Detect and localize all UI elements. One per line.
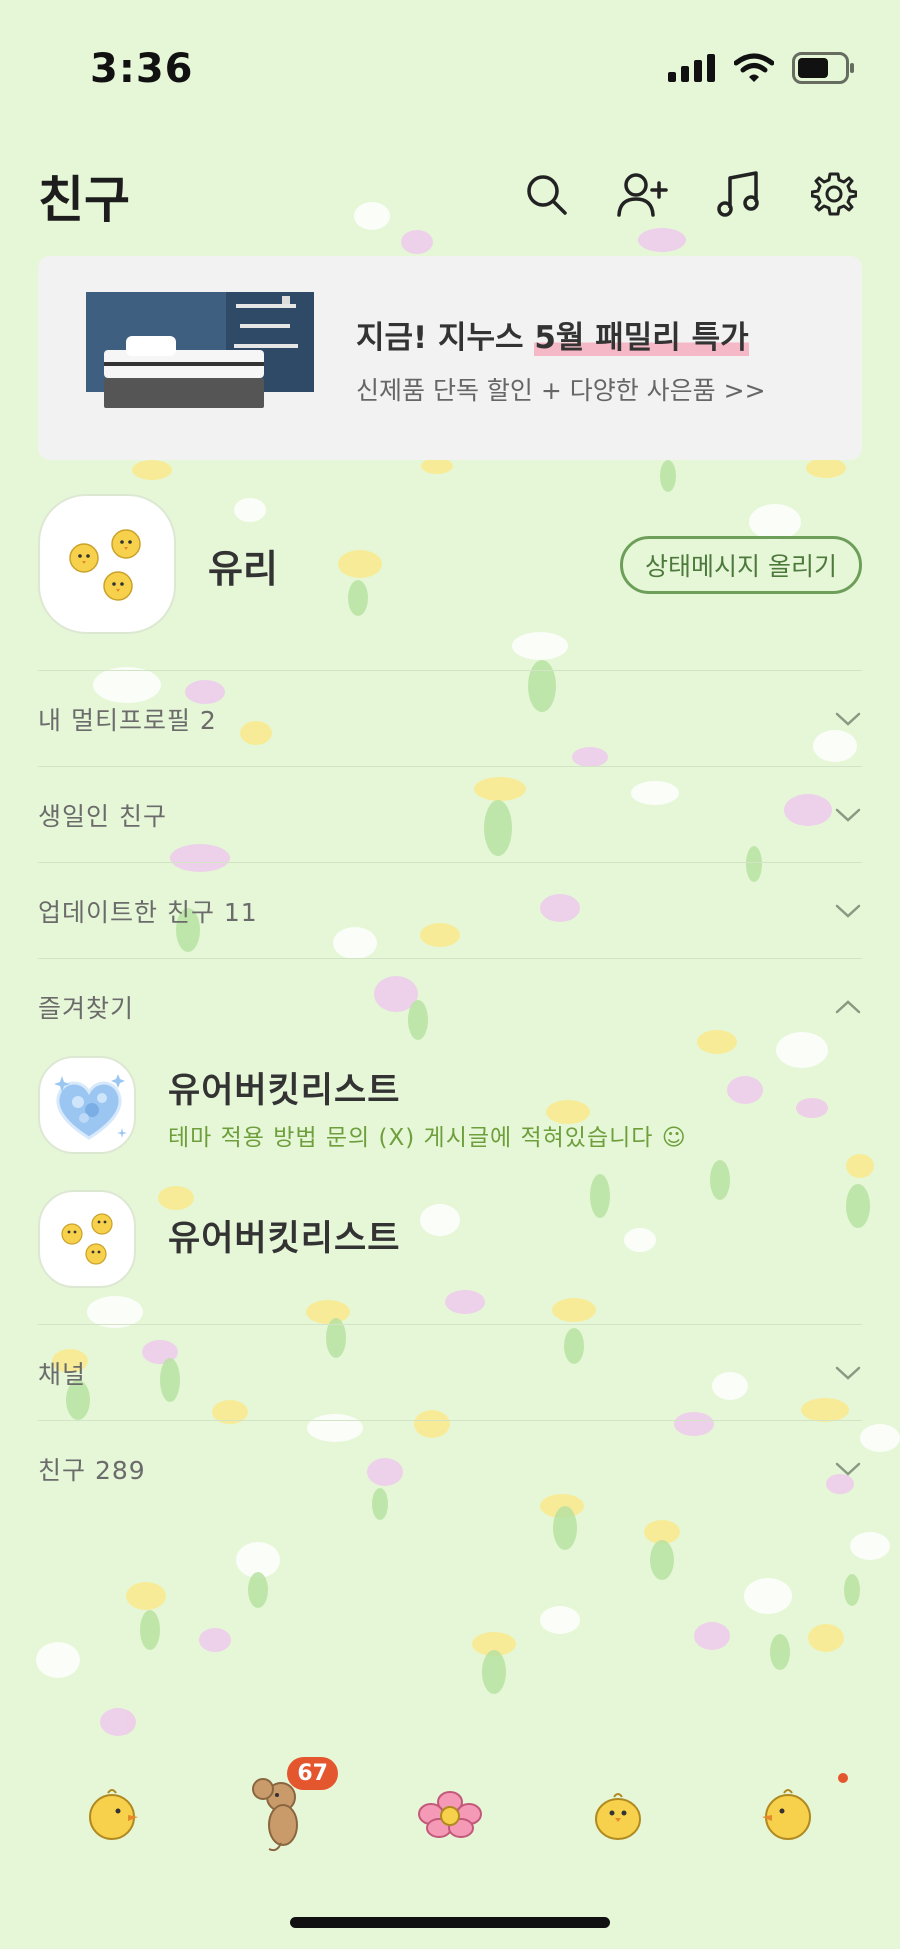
banner-text: 지금! 지누스 5월 패밀리 특가 신제품 단독 할인 + 다양한 사은품 >> <box>356 312 766 407</box>
wifi-icon <box>734 53 774 82</box>
list-item[interactable]: 유어버킷리스트 테마 적용 방법 문의 (X) 게시글에 적혀있습니다 ☺ <box>38 1056 862 1156</box>
music-icon <box>717 171 759 217</box>
nav-view[interactable] <box>410 1775 490 1855</box>
music-button[interactable] <box>712 168 764 220</box>
notification-dot <box>838 1773 848 1783</box>
banner-title: 지금! 지누스 5월 패밀리 특가 <box>356 312 766 357</box>
list-item[interactable]: 유어버킷리스트 <box>38 1190 862 1290</box>
chevron-up-icon <box>834 993 862 1021</box>
section-favorites[interactable]: 즐겨찾기 <box>38 958 862 1054</box>
banner-title-highlight: 5월 패밀리 특가 <box>534 320 749 356</box>
search-icon <box>527 175 567 215</box>
nav-chats[interactable]: 67 <box>242 1757 338 1855</box>
friend-name: 유어버킷리스트 <box>168 1219 401 1259</box>
home-indicator[interactable] <box>290 1917 610 1928</box>
status-message-button[interactable]: 상태메시지 올리기 <box>620 536 862 594</box>
gear-icon <box>811 172 857 216</box>
nav-more[interactable] <box>746 1773 848 1855</box>
friend-name: 유어버킷리스트 <box>168 1071 401 1111</box>
chevron-down-icon <box>834 1359 862 1387</box>
signal-icon <box>668 54 715 82</box>
chicks-avatar-icon <box>61 1213 113 1265</box>
header-actions <box>520 168 860 220</box>
section-friends[interactable]: 친구 289 <box>38 1420 862 1516</box>
banner-title-prefix: 지금! 지누스 <box>356 320 535 356</box>
search-button[interactable] <box>520 168 572 220</box>
ad-banner[interactable]: 지금! 지누스 5월 패밀리 특가 신제품 단독 할인 + 다양한 사은품 >> <box>38 256 862 460</box>
status-time: 3:36 <box>90 46 194 92</box>
nav-friends[interactable] <box>74 1775 154 1855</box>
page-title: 친구 <box>38 171 130 229</box>
status-icons <box>668 52 856 84</box>
nav-shopping[interactable] <box>578 1775 658 1855</box>
section-label: 채널 <box>38 1359 87 1389</box>
unread-badge: 67 <box>287 1757 338 1790</box>
settings-button[interactable] <box>808 168 860 220</box>
section-updated[interactable]: 업데이트한 친구 11 <box>38 862 862 958</box>
chevron-down-icon <box>834 801 862 829</box>
chick-friends-icon <box>89 1789 138 1840</box>
flower-icon <box>418 1791 482 1838</box>
section-label: 생일인 친구 <box>38 801 167 831</box>
section-channel[interactable]: 채널 <box>38 1324 862 1420</box>
avatar[interactable] <box>38 494 176 634</box>
chick-more-icon <box>762 1789 811 1840</box>
chevron-down-icon <box>834 1455 862 1483</box>
header: 친구 <box>0 150 900 240</box>
chicks-avatar-icon <box>69 529 141 601</box>
my-profile[interactable]: 유리 상태메시지 올리기 <box>38 494 862 642</box>
add-friend-button[interactable] <box>616 168 668 220</box>
chevron-down-icon <box>834 897 862 925</box>
section-label: 친구 289 <box>38 1455 146 1485</box>
battery-icon <box>792 52 854 84</box>
section-birthday[interactable]: 생일인 친구 <box>38 766 862 862</box>
avatar[interactable] <box>38 1190 136 1288</box>
chevron-down-icon <box>834 705 862 733</box>
section-label: 즐겨찾기 <box>38 993 135 1023</box>
chick-shopping-icon <box>595 1793 641 1840</box>
banner-subtitle: 신제품 단독 할인 + 다양한 사은품 >> <box>356 376 766 405</box>
section-label: 업데이트한 친구 11 <box>38 897 258 927</box>
avatar[interactable] <box>38 1056 136 1154</box>
friend-status-message: 테마 적용 방법 문의 (X) 게시글에 적혀있습니다 ☺ <box>168 1125 687 1151</box>
bottom-nav: 67 <box>0 1757 900 1870</box>
section-multi-profile[interactable]: 내 멀티프로필 2 <box>38 670 862 766</box>
status-bar: 3:36 <box>0 0 900 140</box>
section-label: 내 멀티프로필 2 <box>38 705 217 735</box>
add-friend-icon <box>617 173 668 217</box>
bed-ad-image <box>86 292 314 432</box>
heart-jelly-avatar-icon <box>54 1074 127 1140</box>
profile-name: 유리 <box>208 547 278 591</box>
